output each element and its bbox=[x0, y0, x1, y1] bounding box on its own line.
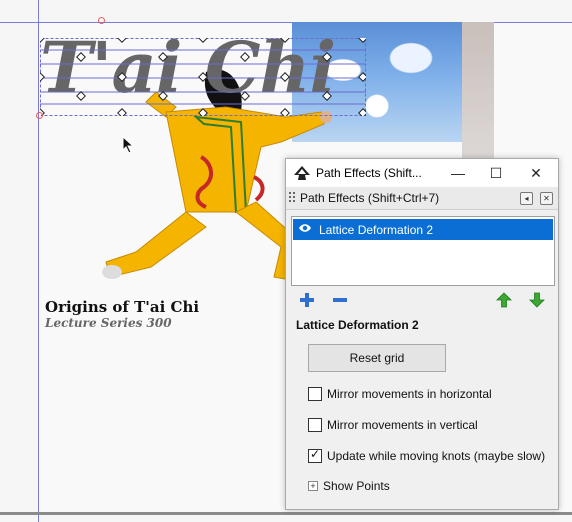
checkbox-box[interactable] bbox=[308, 418, 322, 432]
path-effects-dialog: Path Effects (Shift... — ☐ ✕ Path Effect… bbox=[285, 158, 559, 510]
lattice-grid-overlay[interactable] bbox=[40, 38, 366, 116]
minimize-button[interactable]: — bbox=[438, 159, 478, 187]
path-effects-grip-icon[interactable] bbox=[288, 191, 298, 203]
checkbox-label: Mirror movements in vertical bbox=[327, 418, 478, 432]
panel-label: Path Effects (Shift+Ctrl+7) bbox=[300, 191, 440, 205]
rotation-center-marker[interactable] bbox=[98, 17, 105, 24]
reset-grid-button[interactable]: Reset grid bbox=[308, 344, 446, 372]
arrow-down-icon[interactable] bbox=[529, 292, 545, 308]
effect-name: Lattice Deformation 2 bbox=[319, 223, 434, 237]
checkbox-label: Mirror movements in horizontal bbox=[327, 387, 492, 401]
page-shadow bbox=[0, 512, 572, 515]
checkbox-box[interactable] bbox=[308, 447, 322, 463]
rotation-center-marker[interactable] bbox=[36, 112, 43, 119]
expander-plus-icon[interactable]: + bbox=[308, 481, 318, 491]
effect-list[interactable]: Lattice Deformation 2 bbox=[291, 216, 555, 286]
checkbox-box[interactable] bbox=[308, 387, 322, 401]
eye-icon[interactable] bbox=[299, 223, 311, 233]
caption-title[interactable]: Origins of T'ai Chi bbox=[45, 298, 199, 316]
effect-settings-title: Lattice Deformation 2 bbox=[296, 318, 419, 332]
minus-icon[interactable] bbox=[332, 292, 348, 308]
mouse-cursor-icon bbox=[122, 136, 135, 154]
plus-icon[interactable] bbox=[299, 292, 315, 308]
show-points-label: Show Points bbox=[323, 479, 390, 493]
panel-menu-button[interactable]: ◂ bbox=[520, 192, 533, 205]
maximize-button[interactable]: ☐ bbox=[476, 159, 516, 187]
caption-subtitle[interactable]: Lecture Series 300 bbox=[45, 316, 172, 330]
arrow-up-icon[interactable] bbox=[496, 292, 512, 308]
dialog-window-title: Path Effects (Shift... bbox=[316, 166, 422, 180]
dialog-titlebar[interactable]: Path Effects (Shift... — ☐ ✕ bbox=[286, 159, 558, 187]
inkscape-icon bbox=[294, 166, 310, 180]
checkbox-label: Update while moving knots (maybe slow) bbox=[327, 449, 546, 463]
effect-list-item[interactable]: Lattice Deformation 2 bbox=[293, 219, 553, 240]
panel-close-button[interactable]: ✕ bbox=[540, 192, 553, 205]
close-button[interactable]: ✕ bbox=[516, 159, 556, 187]
vertical-guide[interactable] bbox=[38, 0, 39, 522]
panel-header: Path Effects (Shift+Ctrl+7) ◂ ✕ bbox=[286, 187, 558, 210]
